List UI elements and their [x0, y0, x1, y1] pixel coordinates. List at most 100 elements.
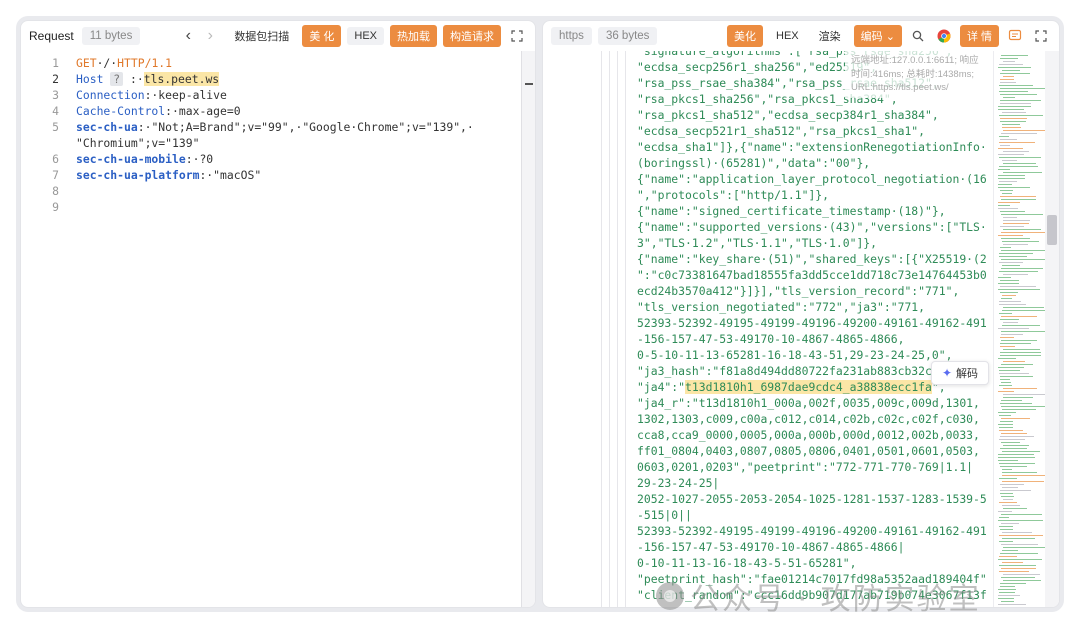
response-line[interactable]: {"name":"key_share·(51)","shared_keys":[… — [637, 251, 987, 267]
response-editor[interactable]: "signature_algorithms":["rsa_pss_rsae_sh… — [637, 51, 987, 607]
request-scrollbar[interactable] — [521, 51, 535, 607]
minimap-line — [999, 541, 1013, 542]
line-number: 3 — [52, 88, 59, 102]
response-line[interactable]: 0603,0201,0203","peetprint":"772-771-770… — [637, 459, 973, 475]
minimap-line — [999, 271, 1038, 272]
minimap-line — [1003, 130, 1047, 131]
response-line[interactable]: ff01_0804,0403,0807,0805,0806,0401,0501,… — [637, 443, 980, 459]
code-line[interactable]: sec-ch-ua:·"Not;A=Brand";v="99",·"Google… — [76, 119, 474, 135]
response-line[interactable]: (boringssl)·(65281)","data":"00"}, — [637, 155, 870, 171]
response-line[interactable]: "ecdsa_secp521r1_sha512","rsa_pkcs1_sha1… — [637, 123, 925, 139]
minimap-line — [1002, 472, 1037, 473]
minimap-line — [1002, 451, 1040, 452]
response-hex-button[interactable]: HEX — [769, 27, 806, 45]
minimap-line — [999, 253, 1033, 254]
minimap-line — [998, 358, 1016, 359]
response-line[interactable]: -156-157-47-53-49170-10-4867-4865-4866| — [637, 539, 904, 555]
minimap-line — [1003, 163, 1036, 164]
code-line[interactable]: Cache-Control:·max-age=0 — [76, 103, 241, 119]
response-line[interactable]: 52393-52392-49195-49199-49196-49200-4916… — [637, 315, 987, 331]
response-line[interactable]: ecd24b3570a412"}]}],"tls_version_record"… — [637, 283, 959, 299]
minimap-line — [998, 154, 1024, 155]
response-line[interactable]: {"name":"supported_versions·(43)","versi… — [637, 219, 987, 235]
code-line[interactable]: "Chromium";v="139" — [76, 135, 199, 151]
minimap-line — [1002, 487, 1018, 488]
encoding-dropdown[interactable]: 编码 ⌄ — [853, 25, 902, 47]
response-line[interactable]: 0-10-11-13-16-18-43-5-51-65281", — [637, 555, 856, 571]
build-request-button[interactable]: 构造请求 — [443, 25, 501, 47]
request-editor[interactable]: 1 GET·/·HTTP/1.1 2 Host ? :·tls.peet.ws 3 Con… — [21, 51, 521, 607]
response-line[interactable]: -515|0|| — [637, 507, 692, 523]
code-minimap[interactable] — [993, 51, 1048, 608]
line-number: 9 — [52, 200, 59, 214]
minimap-line — [998, 184, 1012, 185]
minimap-line — [999, 385, 1012, 386]
expand-icon[interactable] — [1031, 26, 1051, 46]
response-line[interactable]: 3","TLS·1.2","TLS·1.1","TLS·1.0"]}, — [637, 235, 877, 251]
render-button[interactable]: 渲染 — [812, 25, 848, 47]
minimap-line — [998, 106, 1031, 107]
minimap-line — [1000, 583, 1026, 584]
response-line[interactable]: 0-5-10-11-13-65281-16-18-43-51,29-23-24-… — [637, 347, 952, 363]
response-line[interactable]: 2052-1027-2055-2053-2054-1025-1281-1537-… — [637, 491, 987, 507]
comment-icon[interactable] — [1005, 26, 1025, 46]
back-arrow-icon[interactable]: ‹ — [177, 27, 199, 45]
request-size-badge: 11 bytes — [81, 27, 141, 45]
minimap-line — [1001, 514, 1042, 515]
response-line[interactable]: "ecdsa_sha1"]},{"name":"extensionRenegot… — [637, 139, 987, 155]
code-line[interactable]: Connection:·keep-alive — [76, 87, 227, 103]
minimap-line — [999, 526, 1013, 527]
request-beautify-button[interactable]: 美 化 — [302, 25, 342, 47]
response-size-badge: 36 bytes — [597, 27, 658, 45]
response-line[interactable]: ","protocols":["http/1.1"]}, — [637, 187, 829, 203]
minimap-line — [1003, 607, 1043, 608]
response-line[interactable]: cca8,cca9_0000,0005,000a,000b,000d,0012,… — [637, 427, 980, 443]
code-line[interactable]: sec-ch-ua-mobile:·?0 — [76, 151, 213, 167]
code-line[interactable]: Host ? :·tls.peet.ws — [76, 71, 220, 87]
minimap-line — [1003, 508, 1027, 509]
response-line[interactable]: "ja4_r":"t13d1810h1_000a,002f,0035,009c,… — [637, 395, 980, 411]
response-scrollbar[interactable] — [1045, 51, 1059, 607]
code-token: "Chromium";v="139" — [76, 136, 200, 150]
response-line[interactable]: {"name":"signed_certificate_timestamp·(1… — [637, 203, 946, 219]
code-token: ·/· — [96, 56, 118, 70]
response-line[interactable]: "ja3_hash":"f81a8d494dd80722fa231ab883cb… — [637, 363, 932, 379]
response-line[interactable]: -156-157-47-53-49170-10-4867-4865-4866, — [637, 331, 904, 347]
details-button[interactable]: 详 情 — [959, 25, 999, 47]
response-line[interactable]: "tls_version_negotiated":"772","ja3":"77… — [637, 299, 925, 315]
response-line[interactable]: 1302,1303,c009,c00a,c012,c014,c02b,c02c,… — [637, 411, 980, 427]
response-line[interactable]: ":"c0c73381647bad18555fa3dd5cce1dd718c73… — [637, 267, 987, 283]
minimap-line — [998, 391, 1014, 392]
expand-icon[interactable] — [507, 26, 527, 46]
forward-arrow-icon[interactable]: › — [199, 27, 221, 45]
response-beautify-button[interactable]: 美化 — [727, 25, 764, 47]
code-line[interactable]: sec-ch-ua-platform:·"macOS" — [76, 167, 261, 183]
minimap-line — [1003, 388, 1037, 389]
response-line[interactable]: "ecdsa_secp256r1_sha256","ed25519", — [637, 59, 877, 75]
decode-button[interactable]: ✦ 解码 — [931, 361, 989, 385]
response-line[interactable]: 52393-52392-49195-49199-49196-49200-4916… — [637, 523, 987, 539]
minimap-line — [1001, 406, 1045, 407]
minimap-line — [999, 304, 1026, 305]
search-icon[interactable] — [908, 26, 928, 46]
code-token: :·?0 — [185, 152, 214, 166]
chrome-icon[interactable] — [934, 26, 954, 46]
minimap-line — [999, 142, 1035, 143]
minimap-line — [1001, 442, 1020, 443]
minimap-line — [1001, 232, 1046, 233]
response-line[interactable]: 29-23-24-25| — [637, 475, 719, 491]
minimap-line — [1003, 445, 1029, 446]
packet-scan-button[interactable]: 数据包扫描 — [227, 25, 296, 47]
request-hex-button[interactable]: HEX — [347, 27, 384, 45]
decode-label: 解码 — [956, 368, 979, 380]
response-line[interactable]: "ja4":"t13d1810h1_6987dae9cdc4_a38838ecc… — [637, 379, 946, 395]
line-number: 8 — [52, 184, 59, 198]
minimap-line — [998, 589, 1016, 590]
code-token: tls.peet.ws — [143, 72, 220, 86]
response-line[interactable]: "rsa_pkcs1_sha512","ecdsa_secp384r1_sha3… — [637, 107, 939, 123]
minimap-line — [998, 328, 1029, 329]
minimap-line — [1003, 220, 1030, 221]
code-line[interactable]: GET·/·HTTP/1.1 — [76, 55, 172, 71]
hot-load-button[interactable]: 热加载 — [390, 25, 437, 47]
response-line[interactable]: {"name":"application_layer_protocol_nego… — [637, 171, 987, 187]
